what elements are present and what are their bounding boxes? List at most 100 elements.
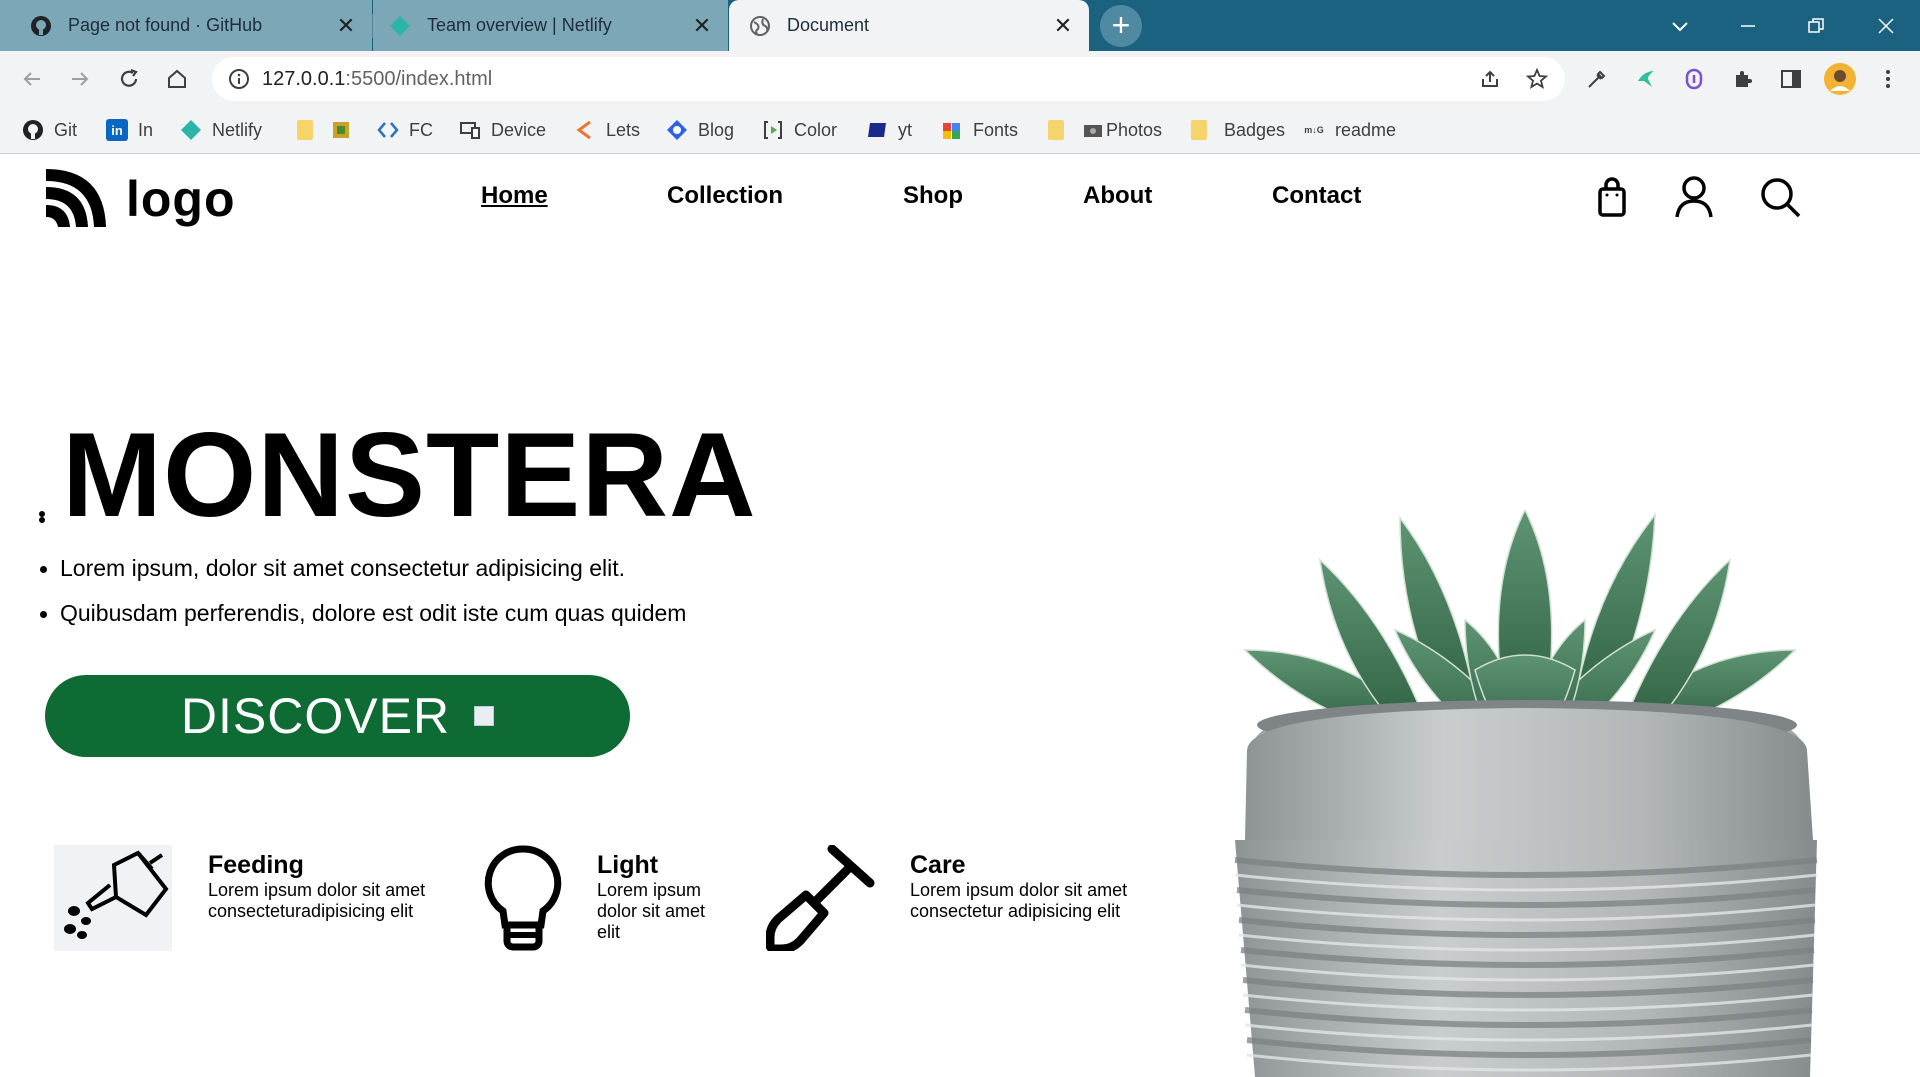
feature-line: Lorem ipsum [597, 880, 702, 900]
tab-netlify[interactable]: Team overview | Netlify ✕ [373, 0, 728, 51]
back-icon[interactable] [16, 63, 48, 95]
bookmark-label: Device [491, 119, 547, 140]
bookmark-label: In [138, 119, 154, 140]
home-icon[interactable] [161, 63, 193, 95]
device-icon [459, 119, 481, 141]
forward-icon[interactable] [64, 63, 96, 95]
bookmark-label: Netlify [212, 119, 263, 140]
web-page: logo Home Collection Shop About Contact … [0, 155, 1920, 1077]
feature-line: consecteturadipisicing elit [208, 901, 414, 921]
avatar[interactable] [1823, 62, 1857, 101]
info-icon[interactable] [228, 68, 250, 95]
lets-icon [574, 119, 596, 141]
bookmark-badges[interactable]: Badges [1188, 117, 1285, 143]
logo-text: logo [126, 170, 236, 227]
watering-can-icon [54, 845, 172, 956]
discover-button[interactable]: DISCOVER [45, 675, 630, 757]
globe-icon [749, 15, 771, 37]
bookmark-label: Photos [1106, 119, 1163, 140]
feature-line: consectetur adipisicing elit [910, 901, 1121, 921]
blog-icon [666, 119, 688, 141]
nav-home[interactable]: Home [481, 182, 548, 210]
bookmark-color[interactable]: Color [762, 117, 837, 143]
tab-title: Page not found · GitHub [68, 15, 263, 35]
url-path: :5500/index.html [345, 68, 493, 90]
close-icon[interactable]: ✕ [334, 13, 358, 38]
bookmark-in[interactable]: in In [106, 117, 153, 143]
new-tab-button[interactable]: + [1100, 5, 1142, 47]
extension-link-icon[interactable] [1682, 67, 1706, 96]
minimize-icon[interactable] [1728, 6, 1768, 46]
feature-text: Lorem ipsum dolor sit amet elit [597, 880, 705, 943]
bookmark-readme[interactable]: m↓G readme [1303, 117, 1396, 143]
side-panel-icon[interactable] [1779, 67, 1803, 96]
yt-icon [866, 119, 888, 141]
feature-line: elit [597, 922, 621, 942]
bookmark-label: Fonts [973, 119, 1019, 140]
star-icon[interactable] [1525, 67, 1549, 96]
tab-search-icon[interactable] [1660, 6, 1700, 46]
user-icon[interactable] [1672, 175, 1716, 219]
badges-icon [1188, 119, 1210, 141]
color-icon [762, 119, 784, 141]
close-icon[interactable]: ✕ [1051, 13, 1075, 38]
url-host: 127.0.0.1 [262, 68, 346, 90]
share-icon[interactable] [1478, 67, 1502, 96]
plant-image [1225, 508, 1825, 1077]
folder-icon [1045, 119, 1067, 141]
address-bar[interactable]: 127.0.0.1:5500/index.html [212, 57, 1565, 101]
github-icon [22, 119, 44, 141]
extensions-puzzle-icon[interactable] [1731, 67, 1755, 96]
bookmark-folder-2[interactable] [1045, 117, 1077, 143]
restore-icon[interactable] [1796, 6, 1836, 46]
nav-collection[interactable]: Collection [667, 182, 783, 210]
menu-icon[interactable] [1876, 67, 1900, 96]
discover-label: DISCOVER [180, 688, 451, 744]
code-icon [377, 119, 399, 141]
netlify-icon [389, 15, 411, 37]
tab-title: Team overview | Netlify [427, 15, 612, 35]
bookmark-folder[interactable] [294, 117, 326, 143]
close-icon[interactable]: ✕ [690, 13, 714, 38]
bookmark-netlify[interactable]: Netlify [180, 117, 262, 143]
url-text[interactable]: 127.0.0.1:5500/index.html [262, 68, 492, 91]
fonts-icon [941, 119, 963, 141]
hero-points: Lorem ipsum, dolor sit amet consectetur … [39, 555, 687, 645]
netlify-icon [180, 119, 202, 141]
nav-about[interactable]: About [1083, 182, 1152, 210]
bookmark-label: Badges [1224, 119, 1286, 140]
bookmarks-bar: Git in In Netlify FC Device Lets Blog Col… [0, 107, 1920, 154]
github-icon [30, 15, 52, 37]
close-window-icon[interactable] [1866, 6, 1906, 46]
bookmark-photos[interactable]: Photos [1082, 117, 1162, 143]
feature-line: dolor sit amet [597, 901, 706, 921]
feature-text: Lorem ipsum dolor sit amet consecteturad… [208, 880, 425, 922]
nav-shop[interactable]: Shop [903, 182, 963, 210]
extension-bird-icon[interactable] [1634, 67, 1658, 96]
eyedropper-icon[interactable] [1585, 67, 1609, 96]
bookmark-device[interactable]: Device [459, 117, 546, 143]
bookmark-git[interactable]: Git [22, 117, 77, 143]
shopping-bag-icon[interactable] [1590, 175, 1634, 219]
bookmark-label: yt [898, 119, 913, 140]
nav-contact[interactable]: Contact [1272, 182, 1361, 210]
search-icon[interactable] [1758, 175, 1802, 219]
bookmark-app[interactable] [330, 117, 362, 143]
feature-text: Lorem ipsum dolor sit amet consectetur a… [910, 880, 1127, 922]
bookmark-fc[interactable]: FC [377, 117, 433, 143]
tab-github[interactable]: Page not found · GitHub ✕ [0, 0, 372, 51]
hero-point: Quibusdam perferendis, dolore est odit i… [39, 600, 687, 626]
feature-line: Lorem ipsum dolor sit amet [910, 880, 1128, 900]
bookmark-yt[interactable]: yt [866, 117, 912, 143]
reload-icon[interactable] [113, 63, 145, 95]
hero-title: MONSTERA [62, 408, 757, 542]
linkedin-icon: in [106, 119, 128, 141]
site-logo[interactable]: logo [44, 163, 236, 234]
bookmark-lets[interactable]: Lets [574, 117, 640, 143]
tab-document[interactable]: Document ✕ [729, 0, 1089, 51]
bookmark-blog[interactable]: Blog [666, 117, 734, 143]
browser-window: Page not found · GitHub ✕ Team overview … [0, 0, 1920, 155]
bookmark-fonts[interactable]: Fonts [941, 117, 1018, 143]
bookmark-label: Lets [606, 119, 641, 140]
bookmark-label: Git [54, 119, 78, 140]
